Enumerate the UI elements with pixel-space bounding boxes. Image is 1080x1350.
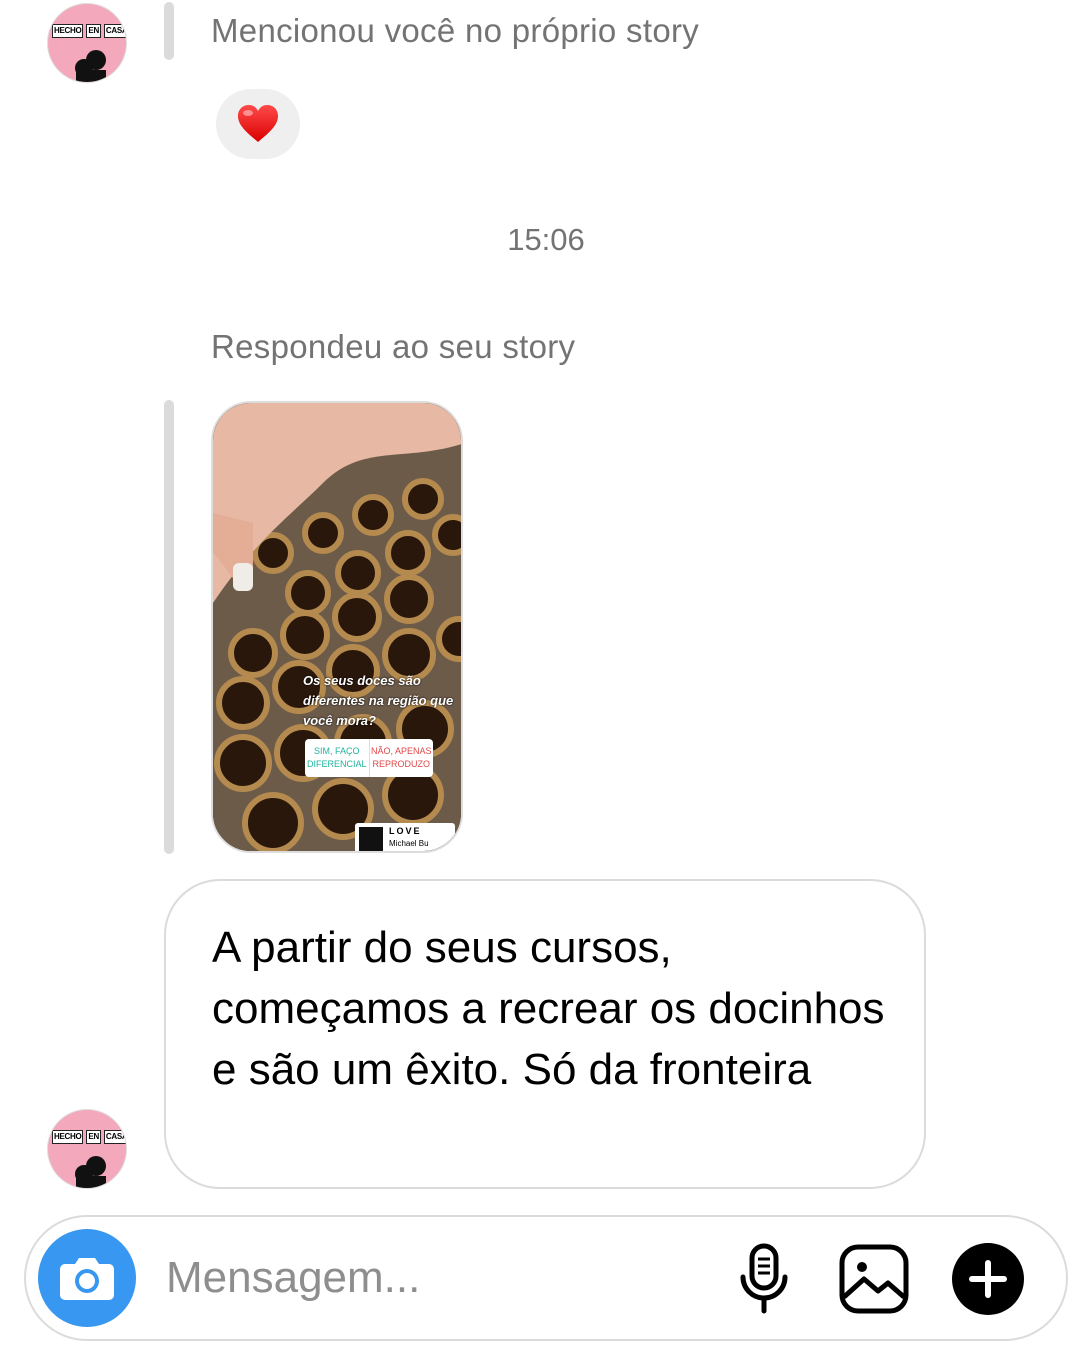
avatar-sign: HECHO EN CASA [52,24,126,38]
avatar-silhouette [75,50,106,82]
message-composer: Mensagem... [24,1215,1068,1341]
story-thumbnail[interactable]: Os seus doces são diferentes na região q… [211,401,463,853]
avatar-sign: HECHO EN CASA [52,1130,126,1144]
plus-icon [969,1260,1007,1298]
timestamp: 15:06 [507,222,585,257]
poll-option-yes: SIM, FAÇO DIFERENCIAL [305,739,370,777]
album-art-icon [359,827,383,851]
mention-label: Mencionou você no próprio story [211,12,700,49]
quote-bar [164,400,174,854]
reply-label: Respondeu ao seu story [211,328,576,365]
music-sticker: LOVE Michael Bu [355,823,455,851]
avatar-silhouette [75,1156,106,1188]
avatar-sign-word: CASA [103,24,126,38]
avatar-sign-word: HECHO [52,1130,84,1144]
reaction-bubble[interactable] [216,89,300,159]
gallery-button[interactable] [836,1241,912,1317]
music-artist: Michael Bu [389,839,429,848]
poll-option-no: NÃO, APENAS REPRODUZO [370,746,432,769]
story-poll: SIM, FAÇO DIFERENCIAL NÃO, APENAS REPROD… [305,739,433,777]
story-image [213,403,461,851]
message-bubble[interactable]: A partir do seus cursos, começamos a rec… [164,879,926,1189]
heart-icon [238,105,278,142]
gallery-icon [839,1244,909,1314]
camera-icon [60,1258,114,1300]
story-question: Os seus doces são diferentes na região q… [303,673,454,728]
camera-button[interactable] [38,1229,136,1327]
message-text: A partir do seus cursos, começamos a rec… [212,923,885,1094]
music-title: LOVE [389,826,422,836]
avatar-sign-word: EN [86,24,101,38]
microphone-icon [740,1243,788,1314]
quote-bar [164,2,174,60]
microphone-button[interactable] [726,1241,802,1317]
avatar[interactable]: HECHO EN CASA [47,3,127,83]
avatar-sign-word: HECHO [52,24,84,38]
avatar[interactable]: HECHO EN CASA [47,1109,127,1189]
message-input[interactable]: Mensagem... [166,1253,420,1303]
more-button[interactable] [952,1243,1024,1315]
avatar-sign-word: CASA [103,1130,126,1144]
avatar-sign-word: EN [86,1130,101,1144]
